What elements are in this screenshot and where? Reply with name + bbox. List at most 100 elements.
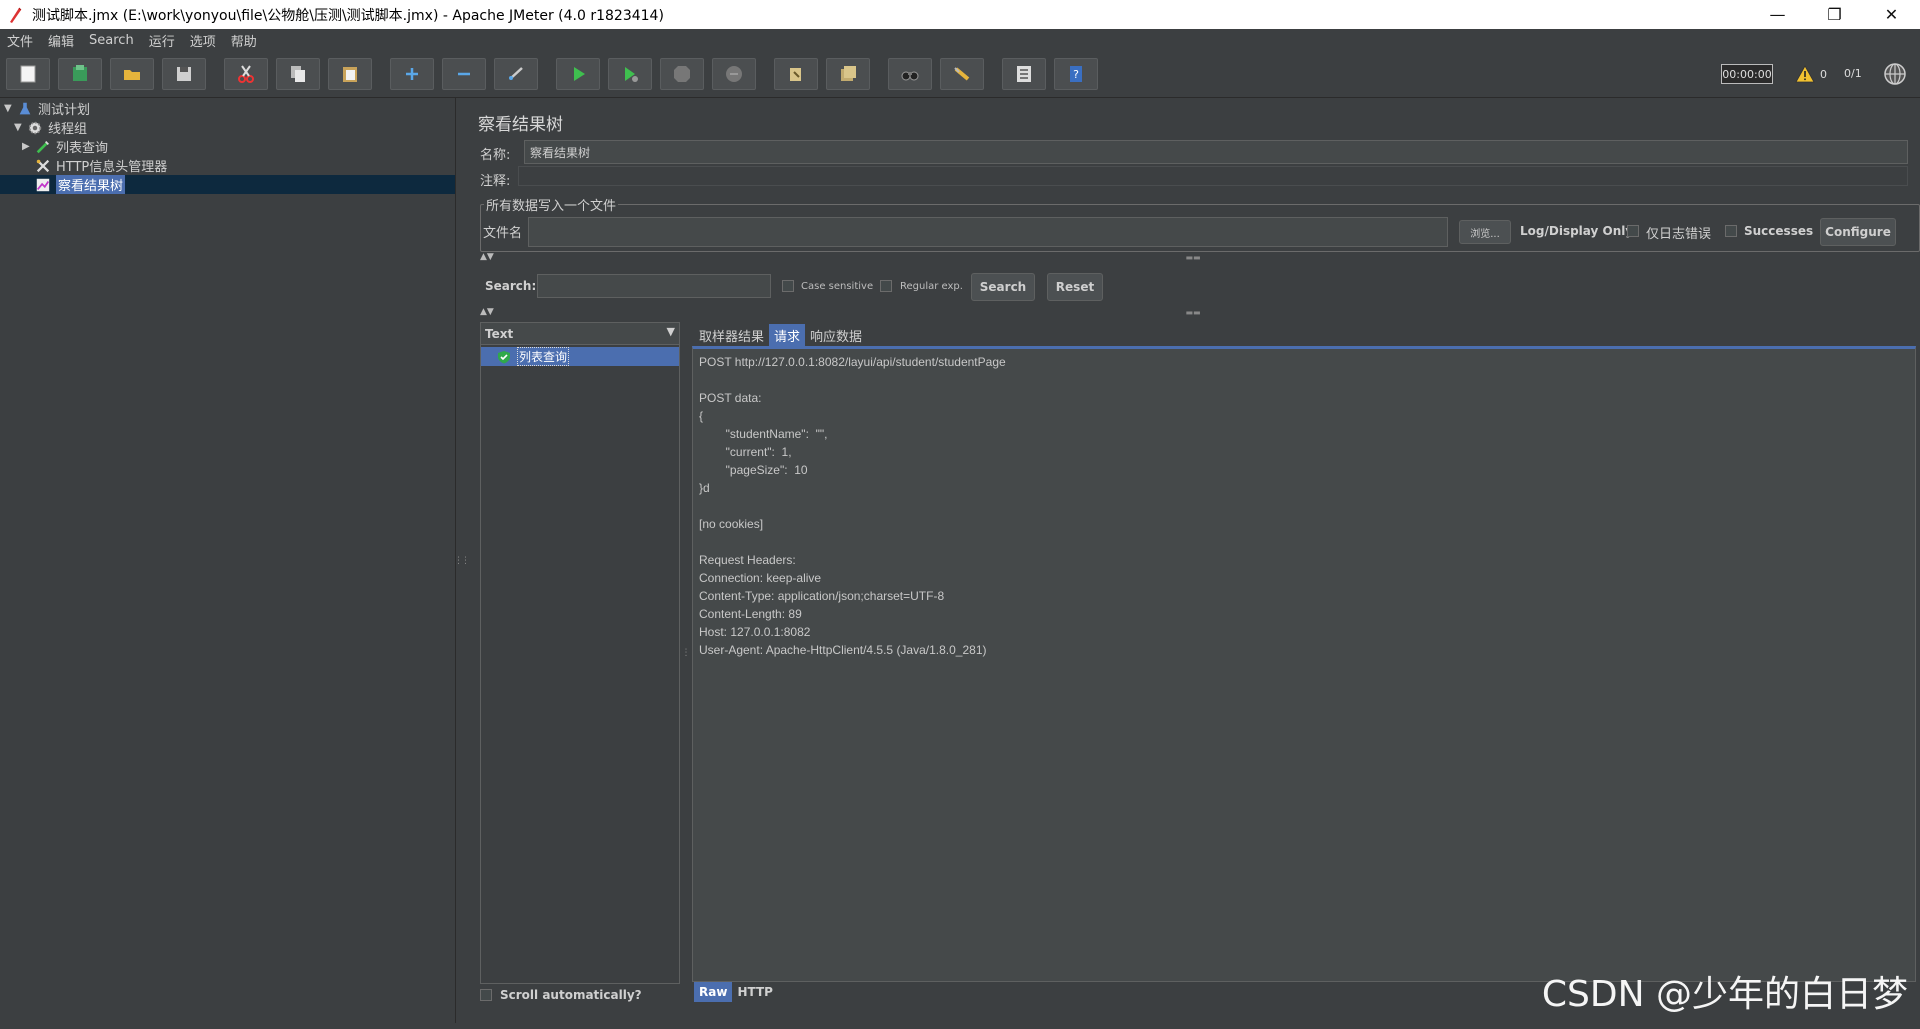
copy-icon	[291, 66, 305, 82]
stop-icon	[674, 66, 690, 82]
log-display-only-label: Log/Display Only:	[1520, 224, 1638, 238]
templates-button[interactable]	[58, 58, 102, 90]
paste-button[interactable]	[328, 58, 372, 90]
toggle-wand-icon	[509, 67, 523, 80]
test-plan-tree: ▼ 测试计划 ▼ 线程组 ▶ 列表查询 HTTP信息头管理器 察看结果树	[0, 98, 456, 1023]
tab-sampler-result[interactable]: 取样器结果	[694, 324, 769, 346]
list-item[interactable]: 列表查询	[481, 347, 679, 366]
flask-icon	[16, 100, 34, 118]
clear-all-icon	[841, 66, 856, 81]
maximize-button[interactable]: ❐	[1806, 0, 1863, 29]
regex-label: Regular exp.	[900, 281, 963, 292]
horizontal-splitter[interactable]: ▬▬	[466, 253, 1920, 262]
success-shield-icon	[498, 350, 510, 363]
comment-label: 注释:	[480, 174, 511, 189]
tab-request[interactable]: 请求	[769, 324, 806, 346]
start-no-pause-button[interactable]	[608, 58, 652, 90]
menu-search[interactable]: Search	[89, 33, 134, 48]
function-helper-button[interactable]	[1002, 58, 1046, 90]
collapse-all-button[interactable]	[442, 58, 486, 90]
clear-all-button[interactable]	[826, 58, 870, 90]
tab-raw[interactable]: Raw	[694, 982, 733, 1002]
clear-broom-icon	[790, 68, 801, 81]
menu-run[interactable]: 运行	[149, 31, 175, 50]
renderer-value: Text	[485, 326, 514, 341]
menu-file[interactable]: 文件	[7, 31, 33, 50]
copy-button[interactable]	[276, 58, 320, 90]
paste-icon	[343, 67, 357, 82]
svg-text:?: ?	[1073, 68, 1079, 81]
list-item-label: 列表查询	[517, 347, 570, 366]
case-sensitive-label: Case sensitive	[801, 281, 874, 292]
expand-arrow-icon[interactable]: ▼	[4, 103, 16, 114]
regex-checkbox[interactable]	[880, 280, 892, 292]
stop-button[interactable]	[660, 58, 704, 90]
successes-checkbox[interactable]	[1725, 225, 1737, 237]
menu-bar: 文件 编辑 Search 运行 选项 帮助	[0, 29, 1920, 51]
configure-button[interactable]: Configure	[1820, 218, 1896, 246]
start-button[interactable]	[556, 58, 600, 90]
tree-item-test-plan[interactable]: ▼ 测试计划	[4, 99, 444, 118]
play-icon	[574, 67, 585, 81]
tree-item-http-header-manager[interactable]: HTTP信息头管理器	[34, 156, 444, 175]
renderer-select[interactable]: Text ▼	[481, 323, 679, 345]
open-button[interactable]	[110, 58, 154, 90]
templates-icon	[73, 65, 87, 81]
comment-input[interactable]	[518, 166, 1908, 186]
minimize-button[interactable]: —	[1749, 0, 1806, 29]
reset-search-button[interactable]	[940, 58, 984, 90]
scroll-auto-label: Scroll automatically?	[500, 988, 642, 1002]
browse-button[interactable]: 浏览...	[1459, 220, 1511, 244]
clear-button[interactable]	[774, 58, 818, 90]
collapsed-arrow-icon[interactable]: ▶	[22, 141, 34, 152]
tree-item-label: 列表查询	[56, 141, 109, 156]
help-button[interactable]: ?	[1054, 58, 1098, 90]
search-button[interactable]	[888, 58, 932, 90]
tree-item-label: 测试计划	[38, 103, 91, 118]
chart-icon	[34, 176, 52, 194]
tree-item-label: 察看结果树	[56, 175, 126, 194]
warning-indicator[interactable]: 0	[1795, 65, 1827, 83]
toggle-button[interactable]	[494, 58, 538, 90]
horizontal-splitter[interactable]: ▬▬	[466, 308, 1920, 317]
title-bar: 测试脚本.jmx (E:\work\yonyou\file\公物舱\压测\测试脚…	[0, 0, 1920, 29]
scissors-icon	[238, 65, 254, 83]
menu-options[interactable]: 选项	[190, 31, 216, 50]
name-input[interactable]: 察看结果树	[524, 140, 1908, 164]
save-button[interactable]	[162, 58, 206, 90]
search-input[interactable]	[537, 274, 771, 298]
result-splitter[interactable]: ⋮	[681, 322, 691, 984]
errors-only-checkbox[interactable]	[1627, 225, 1639, 237]
plus-icon	[406, 68, 418, 80]
expand-arrow-icon[interactable]: ▼	[14, 122, 26, 133]
remote-globe-icon[interactable]	[1883, 62, 1907, 86]
gear-icon	[26, 119, 44, 137]
request-detail-pane[interactable]: POST http://127.0.0.1:8082/layui/api/stu…	[692, 346, 1916, 982]
case-sensitive-checkbox[interactable]	[782, 280, 794, 292]
reset-button[interactable]: Reset	[1047, 273, 1103, 301]
request-view-tabs: Raw HTTP	[694, 982, 778, 1002]
save-icon	[177, 67, 191, 81]
cut-button[interactable]	[224, 58, 268, 90]
new-button[interactable]	[6, 58, 50, 90]
filename-label: 文件名	[483, 226, 523, 241]
tree-item-thread-group[interactable]: ▼ 线程组	[14, 118, 444, 137]
vertical-splitter[interactable]: ⋮⋮	[454, 98, 470, 1023]
close-button[interactable]: ✕	[1863, 0, 1920, 29]
tab-response-data[interactable]: 响应数据	[805, 324, 867, 346]
dropdown-arrow-icon[interactable]: ▼	[667, 325, 675, 338]
tree-item-list-query[interactable]: ▶ 列表查询	[22, 137, 444, 156]
request-text[interactable]: POST http://127.0.0.1:8082/layui/api/stu…	[699, 353, 1006, 659]
page-title: 察看结果树	[478, 115, 563, 135]
scroll-auto-checkbox[interactable]	[480, 989, 492, 1001]
tree-item-view-results-tree[interactable]: 察看结果树	[0, 175, 455, 194]
successes-label: Successes	[1744, 224, 1814, 238]
menu-help[interactable]: 帮助	[231, 31, 257, 50]
toolbar: ? 00:00:00 0 0/1	[0, 51, 1920, 98]
filename-input[interactable]	[528, 217, 1448, 247]
shutdown-button[interactable]	[712, 58, 756, 90]
menu-edit[interactable]: 编辑	[48, 31, 74, 50]
search-submit-button[interactable]: Search	[971, 273, 1035, 301]
tab-http[interactable]: HTTP	[732, 982, 777, 1002]
expand-all-button[interactable]	[390, 58, 434, 90]
